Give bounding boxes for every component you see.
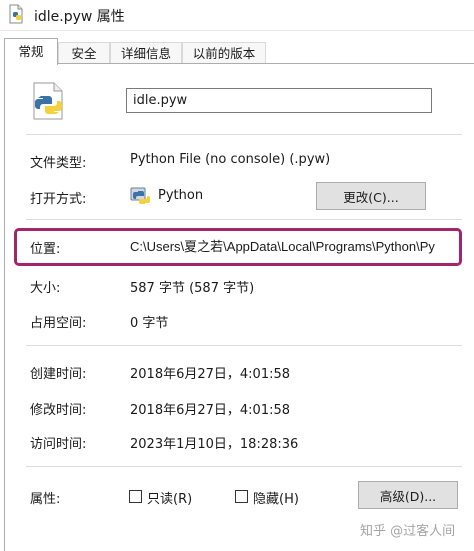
tab-general[interactable]: 常规 [4,38,58,65]
location-value-field[interactable]: C:\Users\夏之若\AppData\Local\Programs\Pyth… [130,236,459,258]
separator [26,345,462,346]
modified-label: 修改时间: [30,403,87,418]
window-title: idle.pyw 属性 [34,9,125,25]
separator [26,466,462,467]
attributes-label: 属性: [30,492,61,507]
general-panel [4,63,474,551]
file-type-value: Python File (no console) (.pyw) [130,152,331,167]
hidden-label: 隐藏(H) [253,492,299,507]
size-on-disk-label: 占用空间: [30,316,87,331]
change-button[interactable]: 更改(C)... [316,182,426,210]
opens-with-label: 打开方式: [30,192,87,207]
separator [26,134,462,135]
title-bar: idle.pyw 属性 [0,0,474,31]
advanced-button[interactable]: 高级(D)... [358,481,458,509]
file-name-input[interactable] [126,88,432,113]
opens-with-app: Python [158,188,204,203]
tab-previous-versions[interactable]: 以前的版本 [182,42,266,64]
tab-details[interactable]: 详细信息 [110,42,182,64]
tab-security[interactable]: 安全 [58,42,110,64]
location-value: C:\Users\夏之若\AppData\Local\Programs\Pyth… [130,239,435,254]
watermark-text: 知乎 @过客人间 [360,524,456,539]
file-type-label: 文件类型: [30,156,87,171]
created-value: 2018年6月27日，4:01:58 [130,367,291,382]
accessed-value: 2023年1月10日，18:28:36 [130,437,299,452]
created-label: 创建时间: [30,367,87,382]
modified-value: 2018年6月27日，4:01:58 [130,403,291,418]
location-label: 位置: [30,242,61,257]
hidden-checkbox[interactable] [235,490,248,503]
size-value: 587 字节 (587 字节) [130,281,255,296]
size-on-disk-value: 0 字节 [130,316,169,331]
readonly-label: 只读(R) [147,492,193,507]
tab-strip: 常规 安全 详细信息 以前的版本 [0,38,474,65]
python-file-icon [33,82,63,120]
accessed-label: 访问时间: [30,437,87,452]
size-label: 大小: [30,281,61,296]
file-icon [9,4,23,24]
separator [26,219,462,220]
python-app-icon [130,187,150,204]
readonly-checkbox[interactable] [129,490,142,503]
